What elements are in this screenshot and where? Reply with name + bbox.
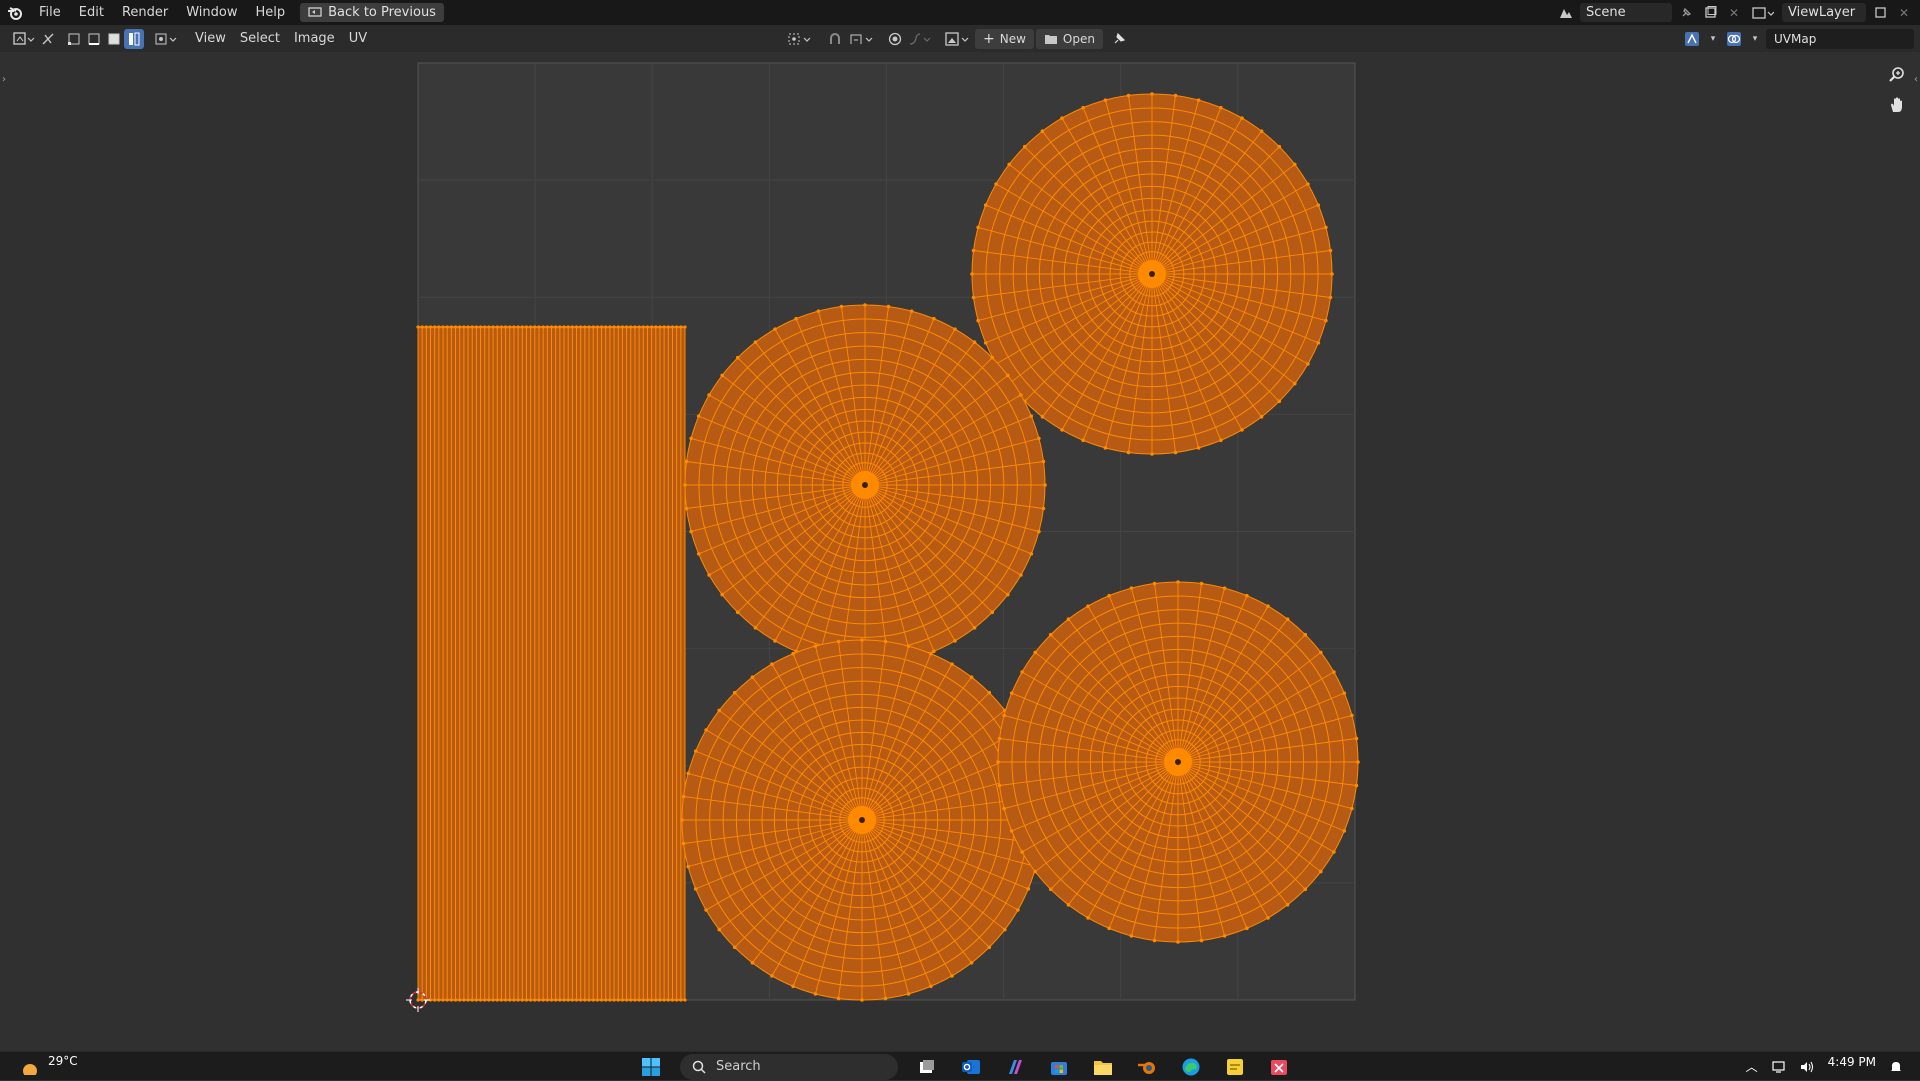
uv-viewport[interactable]: › ‹ bbox=[0, 52, 1920, 1051]
search-icon bbox=[692, 1060, 706, 1074]
viewlayer-selector-icon[interactable] bbox=[1748, 3, 1778, 22]
windows-taskbar: 29°C Search ︿ 4:49 PM bbox=[0, 1051, 1920, 1080]
new-scene-icon[interactable] bbox=[1700, 3, 1720, 22]
file-explorer-icon[interactable] bbox=[1088, 1053, 1118, 1081]
clock-time[interactable]: 4:49 PM bbox=[1828, 1055, 1876, 1069]
sticky-notes-icon[interactable] bbox=[1220, 1053, 1250, 1081]
uv-island-circle-bottom-right[interactable] bbox=[996, 580, 1360, 944]
system-tray: ︿ 4:49 PM bbox=[1746, 1052, 1902, 1081]
back-to-previous-button[interactable]: Back to Previous bbox=[300, 3, 444, 22]
menu-window[interactable]: Window bbox=[177, 0, 246, 25]
uvmap-field[interactable]: UVMap bbox=[1766, 28, 1914, 49]
top-bar: File Edit Render Window Help Back to Pre… bbox=[0, 0, 1920, 25]
proportional-falloff-icon[interactable] bbox=[907, 29, 933, 49]
editor-type-icon[interactable] bbox=[10, 29, 38, 49]
delete-scene-icon[interactable]: ✕ bbox=[1724, 3, 1744, 22]
snap-target-icon[interactable] bbox=[847, 29, 877, 49]
scene-selector-icon[interactable] bbox=[1556, 3, 1576, 22]
menu-select[interactable]: Select bbox=[233, 31, 287, 46]
new-viewlayer-icon[interactable] bbox=[1870, 3, 1890, 22]
task-view-icon[interactable] bbox=[912, 1053, 942, 1081]
tray-chevron-up-icon[interactable]: ︿ bbox=[1746, 1058, 1758, 1075]
taskbar-search[interactable]: Search bbox=[680, 1053, 898, 1080]
scene-name: Scene bbox=[1586, 5, 1626, 20]
microsoft-store-icon[interactable] bbox=[1044, 1053, 1074, 1081]
uv-island-circle-bottom-left[interactable] bbox=[680, 638, 1044, 1002]
snipping-tool-icon[interactable] bbox=[1264, 1053, 1294, 1081]
island-select-mode-icon[interactable] bbox=[124, 28, 144, 49]
pivot-point-icon[interactable] bbox=[785, 29, 815, 49]
edge-browser-icon[interactable] bbox=[1176, 1053, 1206, 1081]
notification-bell-icon[interactable] bbox=[1890, 1060, 1902, 1074]
copilot-icon[interactable] bbox=[1000, 1053, 1030, 1081]
delete-viewlayer-icon[interactable]: ✕ bbox=[1894, 3, 1914, 22]
sticky-selection-mode-icon[interactable] bbox=[152, 29, 180, 49]
uv-island-circle-middle-left[interactable] bbox=[683, 303, 1047, 667]
viewlayer-name: ViewLayer bbox=[1788, 5, 1856, 20]
volume-icon[interactable] bbox=[1800, 1061, 1814, 1073]
weather-temperature: 29°C bbox=[48, 1053, 78, 1068]
uv-island-strip[interactable] bbox=[416, 325, 687, 1002]
pin-image-icon[interactable] bbox=[1109, 29, 1129, 49]
vertex-select-mode-icon[interactable] bbox=[64, 29, 84, 49]
menu-file[interactable]: File bbox=[30, 0, 70, 25]
viewlayer-field[interactable]: ViewLayer bbox=[1782, 3, 1866, 22]
screen-icon bbox=[308, 7, 322, 17]
menu-render[interactable]: Render bbox=[113, 0, 177, 25]
snap-toggle-icon[interactable] bbox=[825, 29, 845, 49]
image-browse-icon[interactable] bbox=[943, 29, 973, 49]
open-image-button[interactable]: Open bbox=[1035, 28, 1103, 49]
menu-view[interactable]: View bbox=[188, 31, 233, 46]
gizmo-toggle-icon[interactable] bbox=[1682, 29, 1702, 49]
blender-logo-icon[interactable] bbox=[0, 0, 30, 25]
weather-widget[interactable]: 29°C bbox=[20, 1052, 78, 1081]
uv-editor-header: View Select Image UV + New Open ▾ ▾ UVMa… bbox=[0, 25, 1920, 52]
blender-taskbar-icon[interactable] bbox=[1132, 1053, 1162, 1081]
new-image-button[interactable]: + New bbox=[975, 28, 1034, 49]
menu-edit[interactable]: Edit bbox=[70, 0, 113, 25]
overlay-dropdown-icon[interactable]: ▾ bbox=[1748, 29, 1762, 49]
pin-scene-icon[interactable] bbox=[1676, 3, 1696, 22]
sun-icon bbox=[23, 1063, 37, 1075]
uv-sync-selection-icon[interactable] bbox=[38, 29, 58, 49]
plus-icon: + bbox=[983, 30, 995, 47]
edge-select-mode-icon[interactable] bbox=[84, 29, 104, 49]
network-icon[interactable] bbox=[1772, 1060, 1786, 1073]
scene-field[interactable]: Scene bbox=[1580, 3, 1672, 22]
windows-start-icon[interactable] bbox=[636, 1053, 666, 1081]
open-image-label: Open bbox=[1062, 31, 1095, 46]
face-select-mode-icon[interactable] bbox=[104, 29, 124, 49]
menu-uv[interactable]: UV bbox=[342, 31, 374, 46]
folder-icon bbox=[1044, 34, 1057, 44]
menu-image[interactable]: Image bbox=[287, 31, 342, 46]
overlay-toggle-icon[interactable] bbox=[1724, 29, 1744, 49]
back-to-previous-label: Back to Previous bbox=[328, 5, 436, 20]
proportional-editing-icon[interactable] bbox=[885, 29, 905, 49]
uv-canvas[interactable] bbox=[0, 52, 1920, 1051]
search-placeholder: Search bbox=[716, 1059, 761, 1074]
gizmo-dropdown-icon[interactable]: ▾ bbox=[1706, 29, 1720, 49]
outlook-icon[interactable] bbox=[956, 1053, 986, 1081]
menu-help[interactable]: Help bbox=[247, 0, 295, 25]
uvmap-name: UVMap bbox=[1774, 31, 1817, 46]
new-image-label: New bbox=[999, 31, 1026, 46]
